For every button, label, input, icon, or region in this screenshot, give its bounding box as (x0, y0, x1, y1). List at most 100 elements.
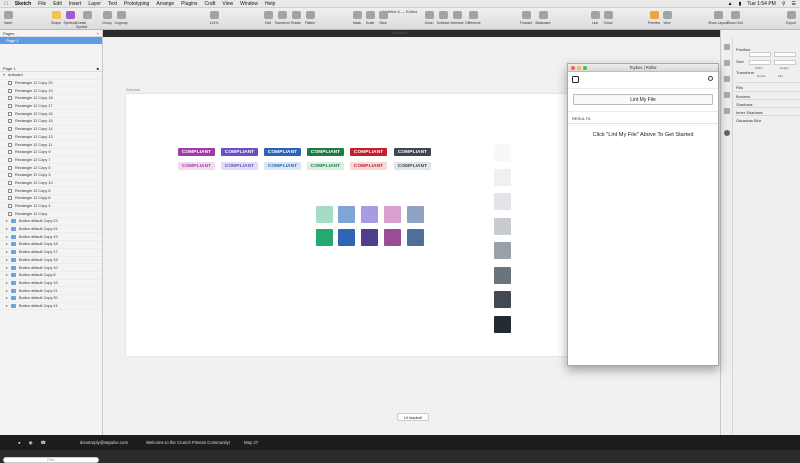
style-icon[interactable] (724, 60, 730, 66)
email-subject[interactable]: Welcome to the Crunch Fitness Community! (146, 440, 230, 445)
layout-side-icon[interactable] (724, 92, 730, 98)
gray-swatch[interactable] (494, 144, 511, 161)
page-item-selected[interactable]: Page 1 (0, 37, 102, 44)
menu-list-icon[interactable]: ☰ (792, 1, 796, 7)
layer-item[interactable]: Rectangle 12 Copy 17 (0, 103, 102, 111)
symbol-layer-item[interactable]: Button default Copy 10 (0, 264, 102, 272)
disclosure-icon[interactable] (3, 74, 5, 77)
disclosure-icon[interactable] (6, 274, 8, 277)
layer-item[interactable]: Rectangle 12 Copy 7 (0, 157, 102, 165)
gray-swatch[interactable] (494, 266, 511, 284)
symbol-layer-item[interactable]: Button default Copy 16 (0, 257, 102, 265)
disclosure-icon[interactable] (6, 281, 8, 284)
color-swatch[interactable] (338, 229, 355, 246)
symbol-layer-item[interactable]: Button default Copy 24 (0, 226, 102, 234)
create-symbol-button[interactable]: Create Symbol (76, 11, 98, 29)
compliant-badge-solid[interactable]: COMPLIANT (221, 148, 258, 156)
layer-item[interactable]: Rectangle 12 Copy 10 (0, 180, 102, 188)
disclosure-icon[interactable] (6, 228, 8, 231)
disclosure-icon[interactable] (6, 251, 8, 254)
gray-swatch[interactable] (494, 193, 511, 210)
insert-button[interactable]: Insert (0, 11, 19, 25)
height-field[interactable] (774, 60, 796, 65)
email-sender[interactable]: donotreply@wtpulse.com (80, 440, 128, 445)
compliant-badge-solid[interactable]: COMPLIANT (350, 148, 387, 156)
wifi-icon[interactable]: ▲ (728, 1, 733, 7)
disclosure-icon[interactable] (6, 243, 8, 246)
ungroup-button[interactable]: Ungroup (110, 11, 132, 25)
menu-edit[interactable]: Edit (53, 1, 62, 7)
layer-item[interactable]: Rectangle 12 Copy 5 (0, 164, 102, 172)
layer-item[interactable]: Rectangle 12 Copy (0, 210, 102, 219)
disclosure-icon[interactable] (6, 297, 8, 300)
menu-file[interactable]: File (38, 1, 46, 7)
layer-item[interactable]: Rectangle 12 Copy 11 (0, 141, 102, 149)
symbol-layer-item[interactable]: Button default Copy 20 (0, 295, 102, 303)
location-icon[interactable]: ◉ (29, 440, 33, 446)
apple-icon[interactable]:  (4, 1, 8, 7)
menu-insert[interactable]: Insert (69, 1, 82, 7)
slice-button[interactable]: Slice (372, 11, 394, 25)
menu-window[interactable]: Window (240, 1, 258, 7)
clock[interactable]: Tue 1:54 PM (747, 1, 775, 7)
layer-item[interactable]: Rectangle 12 Copy 4 (0, 203, 102, 211)
layer-item[interactable]: Rectangle 12 Copy 19 (0, 87, 102, 96)
symbol-layer-item[interactable]: Button default Copy 23 (0, 218, 102, 226)
zoom-control[interactable]: 124% (203, 11, 225, 25)
disclosure-icon[interactable] (6, 304, 8, 307)
symbol-layer-item[interactable]: Button default Copy 21 (0, 287, 102, 295)
difference-button[interactable]: Difference (462, 11, 484, 25)
text-icon[interactable] (724, 76, 730, 82)
menu-text[interactable]: Text (108, 1, 117, 7)
layer-item[interactable]: Rectangle 12 Copy 9 (0, 149, 102, 157)
battery-icon[interactable]: ▮ (739, 1, 742, 7)
layer-filter-input[interactable]: Filter (3, 457, 99, 463)
layer-item[interactable]: Rectangle 12 Copy 8 (0, 187, 102, 195)
maximize-icon[interactable] (583, 66, 587, 70)
close-icon[interactable] (571, 66, 575, 70)
layer-item[interactable]: Rectangle 12 Copy 3 (0, 172, 102, 180)
gray-swatch[interactable] (494, 242, 511, 259)
menu-help[interactable]: Help (265, 1, 275, 7)
symbol-layer-item[interactable]: Button default Copy 17 (0, 249, 102, 257)
menu-prototyping[interactable]: Prototyping (124, 1, 149, 7)
menu-plugins[interactable]: Plugins (181, 1, 197, 7)
align-icon[interactable] (724, 44, 730, 50)
compliant-badge-light[interactable]: COMPLIANT (264, 162, 301, 170)
phone-icon[interactable]: ☎ (40, 440, 45, 446)
color-swatch[interactable] (361, 229, 378, 246)
disclosure-icon[interactable] (6, 220, 8, 223)
position-y-field[interactable] (774, 52, 796, 57)
compliant-badge-solid[interactable]: COMPLIANT (307, 148, 344, 156)
gray-swatch[interactable] (494, 291, 511, 308)
gray-swatch[interactable] (494, 315, 511, 333)
menu-arrange[interactable]: Arrange (156, 1, 174, 7)
color-swatch[interactable] (384, 206, 401, 223)
color-swatch[interactable] (407, 206, 424, 223)
menu-app[interactable]: Sketch (15, 1, 31, 7)
lint-my-file-button[interactable]: Lint My File (573, 94, 713, 105)
position-x-field[interactable] (749, 52, 771, 57)
color-swatch[interactable] (384, 229, 401, 246)
collapse-icon[interactable]: ■ (97, 66, 99, 71)
color-swatch[interactable] (316, 206, 333, 223)
layer-item[interactable]: Rectangle 12 Copy 6 (0, 195, 102, 203)
artboard-layer[interactable]: Artboard (0, 72, 102, 80)
backward-button[interactable]: Backward (532, 11, 554, 25)
add-page-icon[interactable]: + (97, 31, 99, 36)
layer-item[interactable]: Rectangle 12 Copy 20 (0, 80, 102, 88)
compliant-badge-light[interactable]: COMPLIANT (221, 162, 258, 170)
gray-swatch[interactable] (494, 168, 511, 186)
disclosure-icon[interactable] (6, 266, 8, 269)
compliant-badge-solid[interactable]: COMPLIANT (178, 148, 215, 156)
layer-item[interactable]: Rectangle 12 Copy 16 (0, 110, 102, 119)
disclosure-icon[interactable] (6, 235, 8, 238)
color-swatch[interactable] (407, 229, 424, 246)
compliant-badge-light[interactable]: COMPLIANT (307, 162, 344, 170)
person-icon[interactable]: ● (18, 440, 21, 445)
disclosure-icon[interactable] (6, 289, 8, 292)
compliant-badge-light[interactable]: COMPLIANT (178, 162, 215, 170)
compliant-badge-light[interactable]: COMPLIANT (394, 162, 431, 170)
symbol-layer-item[interactable]: Button default Copy 18 (0, 241, 102, 249)
flatten-button[interactable]: Flatten (299, 11, 321, 25)
